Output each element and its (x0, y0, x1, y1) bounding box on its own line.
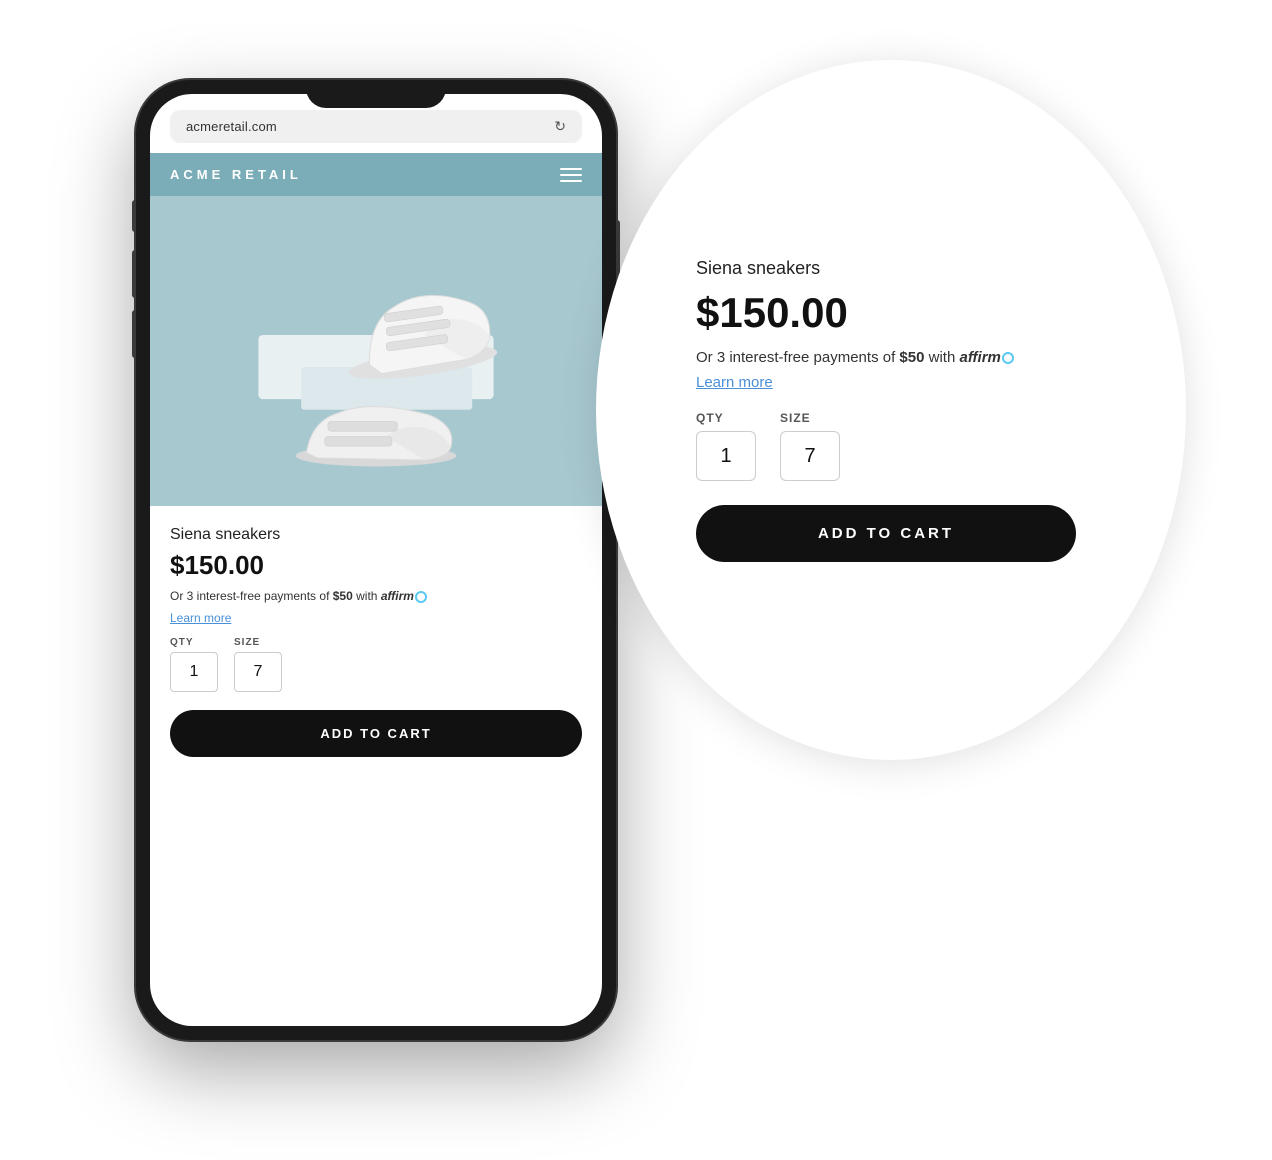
product-image (150, 196, 602, 506)
qty-size-row: QTY 1 SIZE 7 (170, 637, 582, 692)
affirm-logo: affirm (381, 589, 414, 603)
zoom-affirm-line: Or 3 interest-free payments of $50 with … (696, 349, 1014, 366)
zoom-content: Siena sneakers $150.00 Or 3 interest-fre… (596, 60, 1186, 760)
zoom-qty-selector[interactable]: 1 (696, 431, 756, 481)
zoom-learn-more-link[interactable]: Learn more (696, 374, 773, 391)
phone-notch (306, 80, 446, 108)
store-logo: ACME RETAIL (170, 167, 302, 182)
size-group: SIZE 7 (234, 637, 282, 692)
product-price: $150.00 (170, 550, 582, 581)
refresh-icon[interactable]: ↻ (554, 118, 566, 135)
zoom-bubble: Siena sneakers $150.00 Or 3 interest-fre… (596, 60, 1186, 760)
zoom-affirm-logo: affirm (959, 349, 1000, 366)
zoom-qty-size-row: QTY 1 SIZE 7 (696, 411, 840, 481)
product-details: Siena sneakers $150.00 Or 3 interest-fre… (150, 506, 602, 757)
zoom-price: $150.00 (696, 289, 848, 337)
qty-selector[interactable]: 1 (170, 652, 218, 692)
hamburger-menu-icon[interactable] (560, 168, 582, 182)
add-to-cart-button[interactable]: ADD TO CART (170, 710, 582, 757)
zoom-qty-label: QTY (696, 411, 724, 425)
affirm-payment-line: Or 3 interest-free payments of $50 with … (170, 589, 582, 603)
qty-label: QTY (170, 637, 194, 648)
zoom-affirm-circle-icon (1002, 352, 1014, 364)
mute-button (132, 200, 136, 232)
zoom-size-label: SIZE (780, 411, 811, 425)
size-label: SIZE (234, 637, 260, 648)
zoom-size-selector[interactable]: 7 (780, 431, 840, 481)
product-image-area (150, 196, 602, 506)
zoom-product-name: Siena sneakers (696, 258, 820, 279)
store-nav: ACME RETAIL (150, 153, 602, 196)
learn-more-link[interactable]: Learn more (170, 611, 231, 625)
zoom-size-group: SIZE 7 (780, 411, 840, 481)
address-bar[interactable]: acmeretail.com ↻ (170, 110, 582, 143)
size-selector[interactable]: 7 (234, 652, 282, 692)
phone-frame: acmeretail.com ↻ ACME RETAIL (136, 80, 616, 1040)
phone-screen: acmeretail.com ↻ ACME RETAIL (150, 94, 602, 1026)
scene: acmeretail.com ↻ ACME RETAIL (86, 40, 1186, 1120)
zoom-qty-group: QTY 1 (696, 411, 756, 481)
volume-down-button (132, 310, 136, 358)
url-text: acmeretail.com (186, 119, 277, 134)
affirm-circle-icon (415, 591, 427, 603)
volume-up-button (132, 250, 136, 298)
qty-group: QTY 1 (170, 637, 218, 692)
zoom-add-to-cart-button[interactable]: ADD TO CART (696, 505, 1076, 562)
product-name: Siena sneakers (170, 526, 582, 544)
